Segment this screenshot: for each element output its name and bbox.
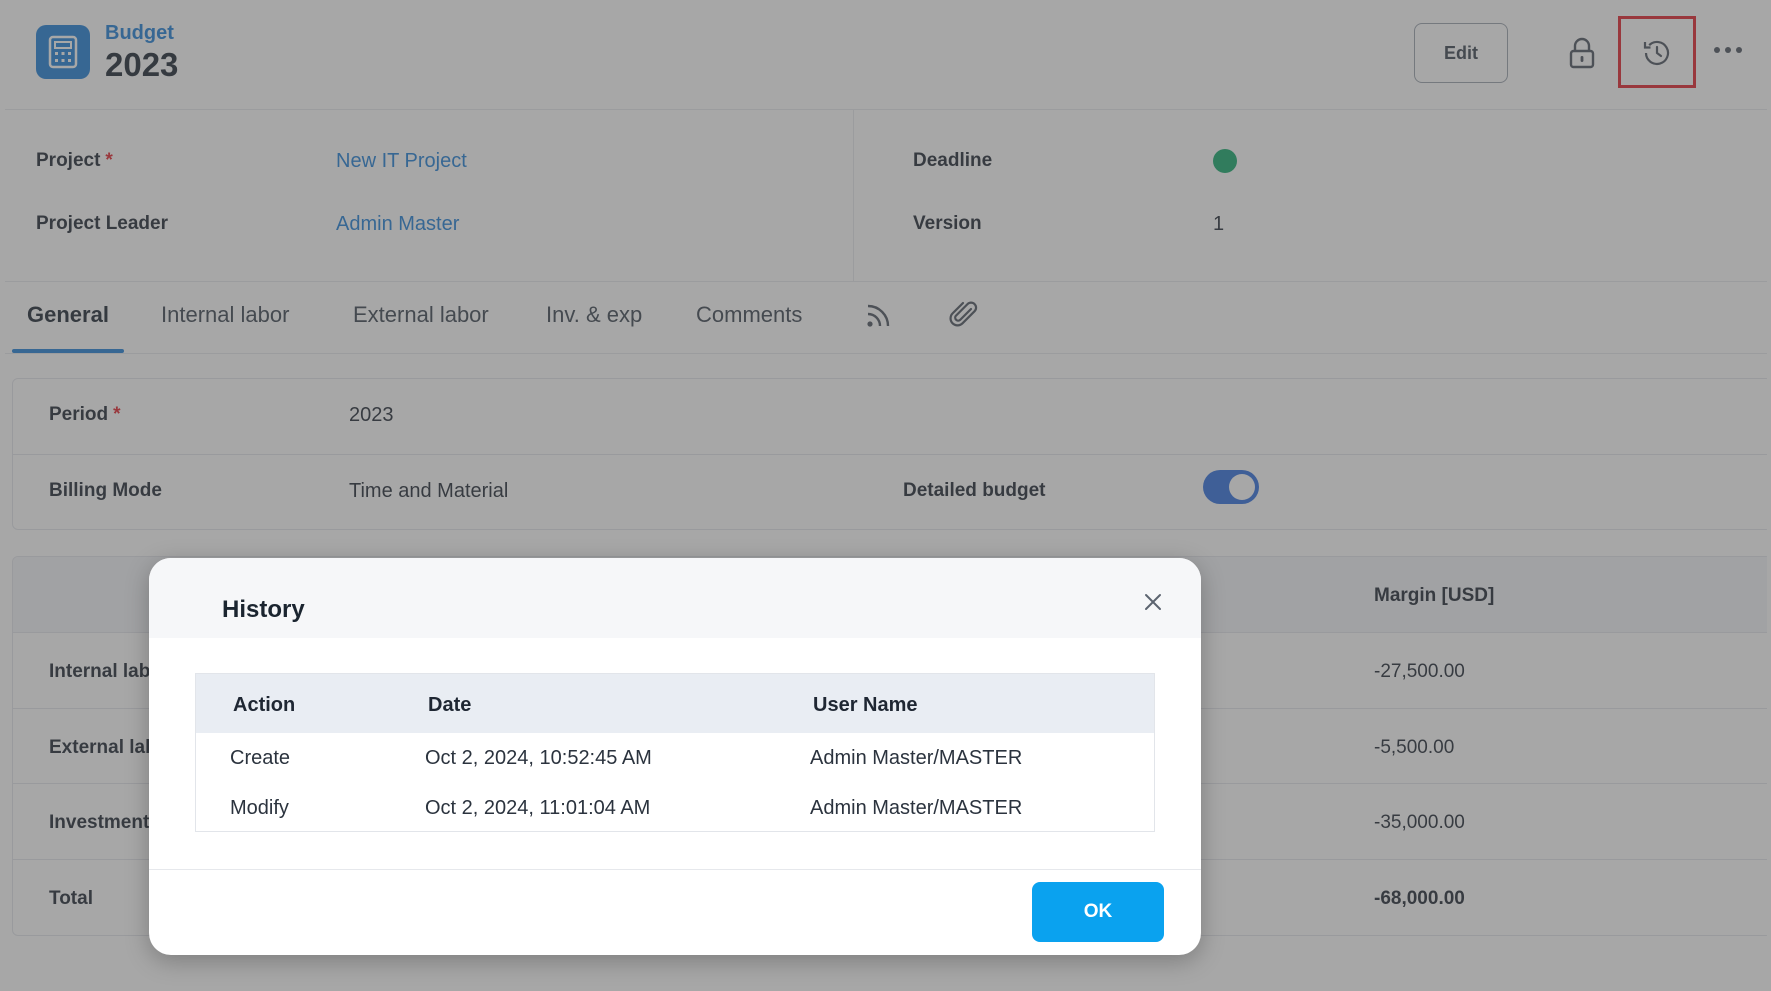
history-row-action: Modify bbox=[230, 797, 289, 819]
history-row-user: Admin Master/MASTER bbox=[810, 797, 1023, 819]
dialog-header bbox=[149, 558, 1201, 638]
dialog-title: History bbox=[222, 596, 305, 623]
history-row-date: Oct 2, 2024, 11:01:04 AM bbox=[425, 797, 651, 819]
history-table: Action Date User Name Create Oct 2, 2024… bbox=[195, 673, 1155, 832]
history-row-action: Create bbox=[230, 747, 291, 769]
column-header-user-name: User Name bbox=[813, 694, 918, 716]
dialog-footer-divider bbox=[149, 869, 1201, 870]
column-header-date: Date bbox=[428, 694, 472, 716]
history-table-header bbox=[196, 674, 1154, 733]
ok-button[interactable]: OK bbox=[1032, 882, 1164, 942]
column-header-action: Action bbox=[233, 694, 296, 716]
history-row-date: Oct 2, 2024, 10:52:45 AM bbox=[425, 747, 652, 769]
close-icon[interactable] bbox=[1137, 586, 1169, 618]
history-row-user: Admin Master/MASTER bbox=[810, 747, 1023, 769]
history-dialog: History Action Date User Name Create Oct… bbox=[149, 558, 1201, 955]
